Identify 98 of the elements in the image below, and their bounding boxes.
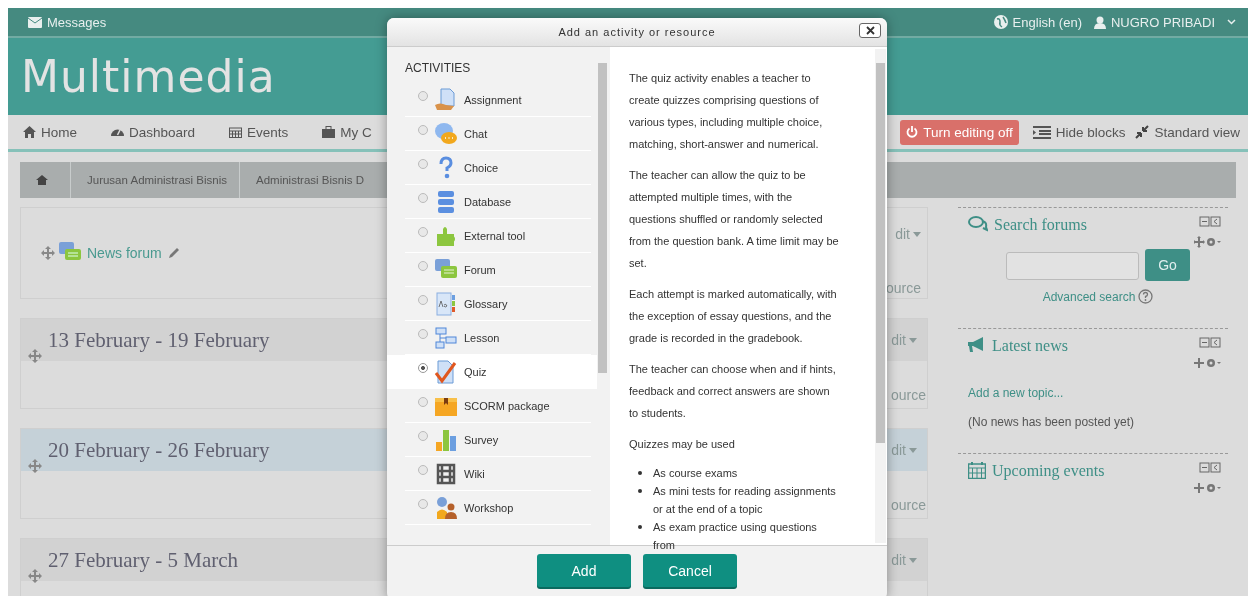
- nav-link[interactable]: Dashboard: [111, 124, 196, 140]
- add-topic-link[interactable]: Add a new topic...: [968, 386, 1064, 400]
- radio-button[interactable]: [418, 464, 428, 475]
- radio-button[interactable]: [418, 294, 428, 305]
- block-title: Search forums: [994, 216, 1087, 234]
- workshop-icon: [434, 495, 458, 520]
- block-controls-icon[interactable]: [1194, 216, 1222, 250]
- block-title: Latest news: [992, 337, 1068, 355]
- chat-icon: [434, 121, 458, 146]
- activity-option[interactable]: Choice: [405, 151, 591, 185]
- calendar-icon: [968, 462, 986, 479]
- breadcrumb-link[interactable]: Administrasi Bisnis D: [239, 162, 376, 198]
- breadcrumb-link[interactable]: Jurusan Administrasi Bisnis: [70, 162, 239, 198]
- activity-option[interactable]: Survey: [405, 423, 591, 457]
- nav-link[interactable]: Events: [229, 124, 289, 140]
- advanced-search-link[interactable]: Advanced search: [1042, 289, 1136, 304]
- briefcase-icon: [322, 126, 336, 138]
- standard-view-link[interactable]: Standard view: [1135, 124, 1240, 140]
- section-title: 20 February - 26 February: [48, 437, 270, 463]
- assignment-icon: [434, 87, 458, 112]
- calendar-icon: [229, 126, 243, 138]
- radio-button[interactable]: [418, 328, 428, 339]
- activity-option[interactable]: Quiz: [387, 355, 598, 389]
- dialog-title: Add an activity or resource: [558, 26, 716, 38]
- envelope-icon: [28, 16, 42, 28]
- chat-bubbles-icon: [968, 216, 988, 232]
- user-menu[interactable]: NUGRO PRIBADI: [1094, 14, 1236, 30]
- nav-link[interactable]: My C: [322, 124, 372, 140]
- caret-icon[interactable]: [909, 447, 917, 453]
- radio-button[interactable]: [418, 260, 428, 271]
- turn-editing-off-button[interactable]: Turn editing off: [900, 119, 1019, 145]
- block-controls-icon[interactable]: [1194, 337, 1222, 371]
- activity-option[interactable]: Database: [405, 185, 591, 219]
- wiki-icon: [434, 461, 458, 486]
- indent-icon: [1032, 125, 1051, 139]
- description-bullet: As exam practice using questions from: [638, 518, 841, 554]
- power-icon: [906, 126, 919, 138]
- move-icon[interactable]: [28, 569, 42, 583]
- radio-button[interactable]: [418, 158, 428, 169]
- activity-option[interactable]: SCORM package: [405, 389, 591, 423]
- radio-button[interactable]: [418, 430, 428, 441]
- move-icon[interactable]: [28, 349, 42, 363]
- search-field[interactable]: [1006, 252, 1139, 280]
- block-title: Upcoming events: [992, 462, 1105, 480]
- quiz-icon: [434, 359, 458, 384]
- activity-option[interactable]: Workshop: [405, 491, 591, 525]
- hide-blocks-link[interactable]: Hide blocks: [1032, 124, 1126, 140]
- compress-icon: [1135, 125, 1150, 139]
- radio-button[interactable]: [418, 498, 428, 509]
- activities-heading: ACTIVITIES: [404, 61, 472, 75]
- activity-option[interactable]: External tool: [405, 219, 591, 253]
- radio-button[interactable]: [418, 90, 428, 101]
- activity-option[interactable]: Forum: [405, 253, 591, 287]
- section-title: 27 February - 5 March: [48, 547, 239, 573]
- description-paragraph: The teacher can allow the quiz to be attempted multiple times, with the questions shuffled or randomly selected from the question bank. A time limit may be set.: [629, 168, 840, 271]
- activity-option[interactable]: Chat: [405, 117, 591, 151]
- description-paragraph: Quizzes may be used: [629, 437, 736, 452]
- home-icon: [23, 126, 36, 138]
- activity-option[interactable]: Assignment: [405, 83, 591, 117]
- radio-button[interactable]: [418, 124, 428, 135]
- messages-link[interactable]: Messages: [28, 14, 107, 30]
- radio-button[interactable]: [418, 362, 428, 373]
- caret-icon[interactable]: [909, 337, 917, 343]
- caret-icon[interactable]: [913, 231, 921, 237]
- globe-icon: [993, 15, 1008, 29]
- lesson-icon: [434, 325, 458, 350]
- close-button[interactable]: [859, 23, 881, 38]
- description-bullet: As course exams: [638, 464, 841, 482]
- radio-button[interactable]: [418, 396, 428, 407]
- description-paragraph: The quiz activity enables a teacher to create quizzes comprising questions of various types, including multiple choice, matching, short-answer and numerical.: [629, 71, 824, 152]
- caret-icon[interactable]: [909, 557, 917, 563]
- section-title: 13 February - 19 February: [48, 327, 270, 353]
- nav-link[interactable]: Home: [23, 124, 77, 140]
- language-menu[interactable]: English (en): [993, 14, 1082, 30]
- block-controls-icon[interactable]: [1194, 462, 1222, 496]
- radio-button[interactable]: [418, 226, 428, 237]
- radio-button[interactable]: [418, 192, 428, 203]
- description-paragraph: The teacher can choose when and if hints, feedback and correct answers are shown to students.: [629, 362, 837, 421]
- go-button[interactable]: Go: [1145, 249, 1190, 281]
- pencil-icon[interactable]: [167, 247, 180, 259]
- site-title: Multimedia: [21, 51, 276, 102]
- close-icon: [865, 26, 875, 35]
- move-icon[interactable]: [41, 246, 55, 260]
- chevron-down-icon: [1227, 19, 1236, 25]
- description-bullet: As mini tests for reading assignments or at the end of a topic: [638, 482, 841, 518]
- bar-chart-icon: [434, 427, 458, 452]
- glossary-icon: [434, 291, 458, 316]
- cancel-button[interactable]: Cancel: [643, 554, 737, 587]
- activity-option[interactable]: Wiki: [405, 457, 591, 491]
- scrollbar[interactable]: [875, 49, 886, 543]
- add-button[interactable]: Add: [537, 554, 631, 587]
- user-icon: [1094, 15, 1106, 29]
- activity-option[interactable]: Glossary: [405, 287, 591, 321]
- megaphone-icon: [968, 337, 986, 353]
- move-icon[interactable]: [28, 459, 42, 473]
- help-icon[interactable]: [1138, 289, 1154, 304]
- description-paragraph: Each attempt is marked automatically, with the exception of essay questions, and the grade is recorded in the gradebook.: [629, 287, 838, 346]
- no-news-text: (No news has been posted yet): [968, 415, 1135, 429]
